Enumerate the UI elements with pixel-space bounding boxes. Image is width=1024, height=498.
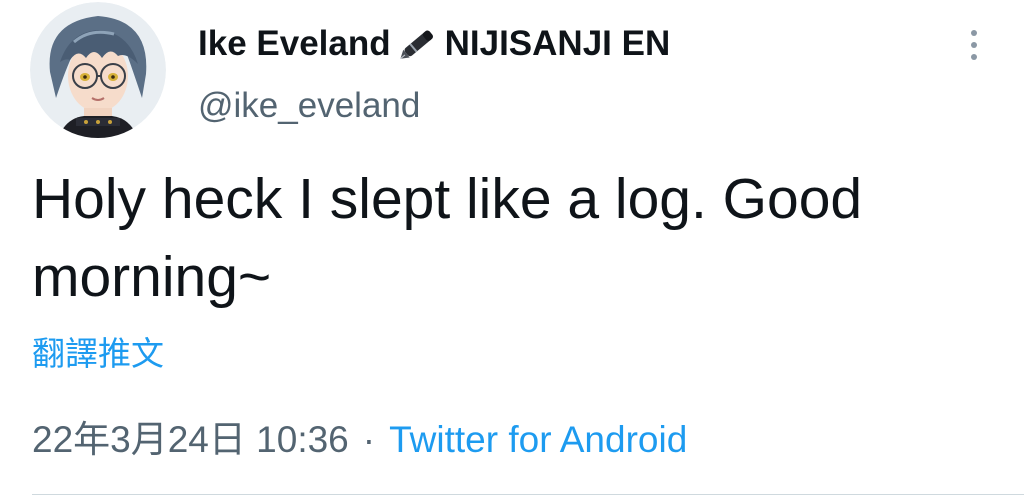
tweet-timestamp[interactable]: 22年3月24日 10:36 [32,414,349,466]
divider [32,494,1024,495]
fountain-pen-icon [393,22,443,66]
tweet-text: Holy heck I slept like a log. Good morni… [32,167,863,309]
avatar-image [30,2,166,138]
translate-tweet-link[interactable]: 翻譯推文 [32,332,164,376]
display-name[interactable]: Ike Eveland NIJISANJI EN [198,20,670,68]
meta-separator: · [362,419,376,460]
more-dot [971,42,977,48]
display-name-second: NIJISANJI EN [444,24,671,63]
more-dot [971,30,977,36]
more-options-icon[interactable] [954,20,994,70]
tweet-source-link[interactable]: Twitter for Android [389,414,687,466]
user-handle[interactable]: @ike_eveland [198,82,420,130]
avatar[interactable] [30,2,166,138]
tweet-card: Ike Eveland NIJISANJI EN @ike_eveland Ho… [0,0,1024,498]
display-name-first: Ike Eveland [198,24,391,63]
more-dot [971,54,977,60]
tweet-meta: 22年3月24日 10:36 · Twitter for Android [32,414,687,466]
